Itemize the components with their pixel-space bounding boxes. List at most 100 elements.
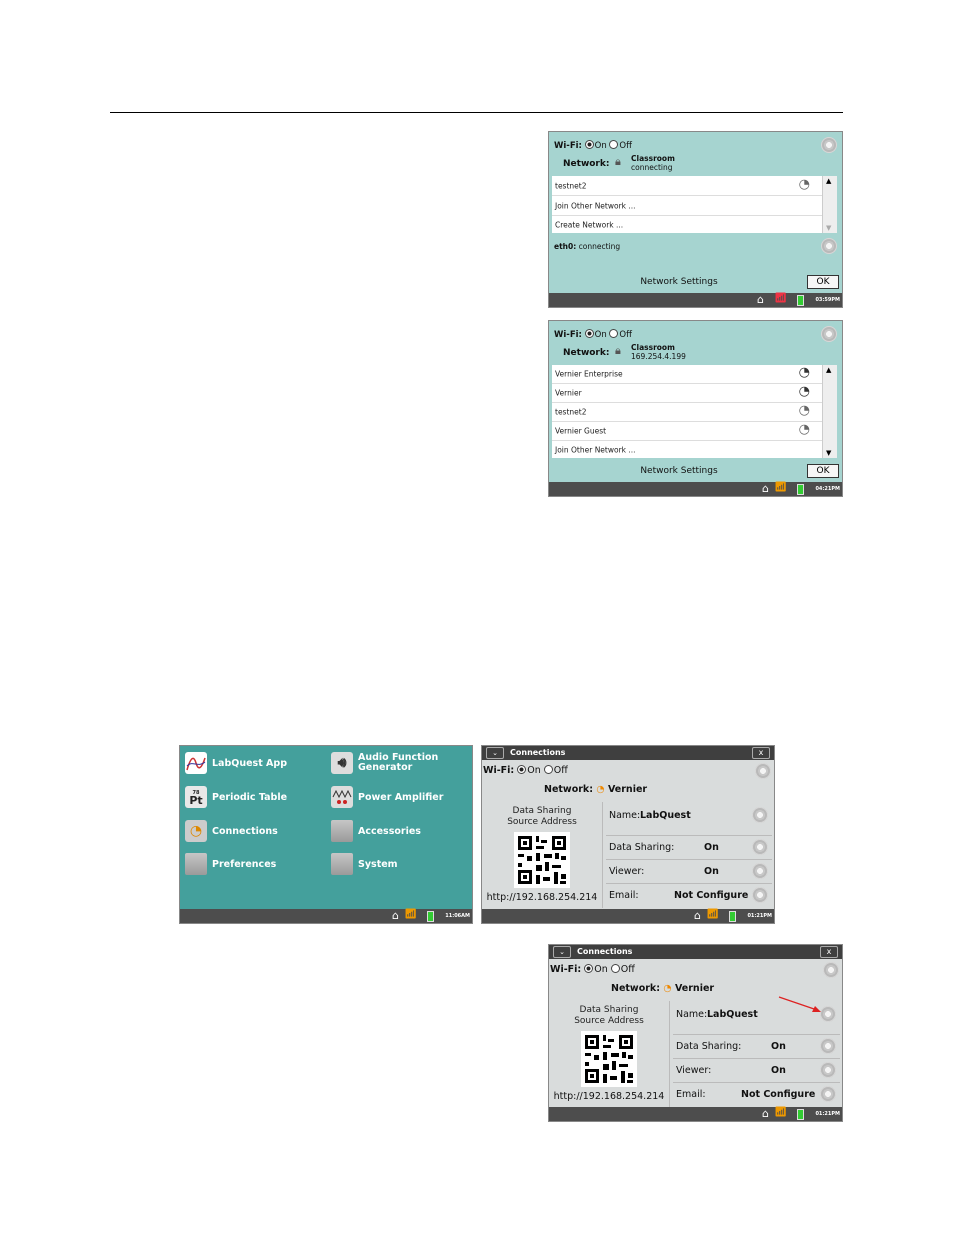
viewer-row[interactable]: Viewer: On [606, 860, 772, 884]
list-scrollbar[interactable]: ▲ ▼ [822, 365, 837, 458]
scroll-up-icon[interactable]: ▲ [826, 366, 831, 374]
wifi-status-icon: 📶︎ [774, 482, 787, 493]
speaker-icon: 🔊︎ [331, 752, 353, 774]
viewer-row[interactable]: Viewer: On [673, 1059, 840, 1083]
folder-icon [331, 853, 353, 875]
menu-chevron-down-icon[interactable]: ⌄ [486, 747, 504, 759]
network-settings-screenshot-2: Wi-Fi: On Off Network: 🔒︎ Classroom 169.… [549, 321, 842, 496]
wifi-signal-lock-icon: ◔ [798, 403, 810, 418]
wifi-off-label: Off [619, 330, 632, 340]
accessories-item[interactable]: Accessories [331, 820, 421, 842]
wifi-gear-icon[interactable] [823, 962, 839, 978]
scroll-down-icon[interactable]: ▼ [826, 224, 831, 232]
wifi-toggle: Wi-Fi: On Off [483, 765, 568, 776]
wifi-off-radio[interactable] [609, 329, 619, 338]
network-list-item[interactable]: Create Network ... [552, 216, 822, 234]
annotation-arrow-icon [778, 996, 821, 1012]
wifi-gear-icon[interactable] [821, 137, 837, 153]
data-sharing-pane: Data Sharing Source Address http://192.16… [482, 802, 603, 908]
wifi-on-label: On [594, 141, 607, 151]
wifi-on-radio[interactable] [584, 140, 594, 149]
ok-button[interactable]: OK [807, 275, 839, 289]
periodic-table-icon: 78 Pt [185, 786, 207, 808]
home-screen-screenshot: LabQuest App 🔊︎ Audio Function Generator… [180, 746, 472, 923]
taskbar: ⌂ 📶︎ 11:06AM [180, 909, 472, 923]
home-icon[interactable]: ⌂ [762, 1107, 769, 1120]
wifi-off-radio[interactable] [610, 964, 620, 973]
network-lock-icon: 🔒︎ [615, 344, 621, 357]
battery-icon [427, 911, 434, 922]
data-sharing-row[interactable]: Data Sharing: On [673, 1035, 840, 1059]
network-status: connecting [631, 163, 673, 172]
data-sharing-row[interactable]: Data Sharing: On [606, 836, 772, 860]
clock: 04:21PM [815, 486, 840, 492]
menu-chevron-down-icon[interactable]: ⌄ [553, 946, 571, 958]
wifi-on-radio[interactable] [517, 765, 527, 774]
qr-code-icon [514, 832, 570, 888]
network-label: Network: [563, 159, 610, 169]
home-icon[interactable]: ⌂ [392, 909, 399, 922]
wifi-on-radio[interactable] [584, 964, 594, 973]
battery-icon [797, 1109, 804, 1120]
network-list-item[interactable]: Vernier ◔ [552, 384, 822, 403]
network-list-item[interactable]: testnet2 ◔ [552, 176, 822, 196]
wifi-label: Wi-Fi: [554, 330, 582, 340]
waveform-icon [331, 786, 353, 808]
audio-function-generator-item[interactable]: 🔊︎ Audio Function Generator [331, 752, 451, 774]
qr-code-icon [581, 1031, 637, 1087]
network-list-item[interactable]: Join Other Network ... [552, 196, 822, 216]
window-title: Connections [510, 748, 566, 757]
network-list-item[interactable]: testnet2 ◔ [552, 403, 822, 422]
preferences-item[interactable]: Preferences [185, 853, 276, 875]
wifi-off-label: Off [619, 141, 632, 151]
labquest-app-item[interactable]: LabQuest App [185, 752, 287, 774]
clock: 01:21PM [747, 913, 772, 919]
wifi-status-icon: 📶︎ [404, 909, 417, 920]
network-settings-screenshot-1: Wi-Fi: On Off Network: 🔒︎ Classroom conn… [549, 132, 842, 307]
settings-pane: Name: LabQuest Data Sharing: On Viewer: … [673, 1001, 840, 1106]
name-row[interactable]: Name: LabQuest [606, 802, 772, 836]
viewer-gear-icon[interactable] [820, 1062, 836, 1078]
name-gear-icon[interactable] [752, 807, 768, 823]
source-url[interactable]: http://192.168.254.214 [482, 892, 602, 903]
email-gear-icon[interactable] [820, 1086, 836, 1102]
wifi-label: Wi-Fi: [483, 765, 515, 776]
network-settings-title: Network Settings [640, 277, 718, 287]
ok-button[interactable]: OK [807, 464, 839, 478]
scroll-down-icon[interactable]: ▼ [826, 449, 831, 457]
close-button[interactable]: x [752, 747, 770, 759]
network-list-item[interactable]: Join Other Network ... [552, 441, 822, 459]
periodic-table-item[interactable]: 78 Pt Periodic Table [185, 786, 287, 808]
network-list-item[interactable]: Vernier Guest ◔ [552, 422, 822, 441]
data-sharing-caption: Data Sharing Source Address [507, 806, 577, 827]
window-title: Connections [577, 947, 633, 956]
wifi-off-radio[interactable] [609, 140, 619, 149]
data-sharing-gear-icon[interactable] [820, 1038, 836, 1054]
network-list-item[interactable]: Vernier Enterprise ◔ [552, 365, 822, 384]
source-url[interactable]: http://192.168.254.214 [549, 1091, 669, 1102]
email-row[interactable]: Not Configure Email: [673, 1083, 840, 1106]
home-icon[interactable]: ⌂ [694, 909, 701, 922]
system-item[interactable]: System [331, 853, 398, 875]
wifi-on-radio[interactable] [584, 329, 594, 338]
scroll-up-icon[interactable]: ▲ [826, 177, 831, 185]
wifi-icon: ◔ [663, 983, 672, 994]
home-icon[interactable]: ⌂ [757, 293, 769, 306]
email-gear-icon[interactable] [752, 887, 768, 903]
list-scrollbar[interactable]: ▲ ▼ [822, 176, 837, 233]
power-amplifier-item[interactable]: Power Amplifier [331, 786, 443, 808]
graph-icon [185, 752, 207, 774]
wifi-off-radio[interactable] [543, 765, 553, 774]
wifi-gear-icon[interactable] [755, 763, 771, 779]
close-button[interactable]: x [820, 946, 838, 958]
viewer-gear-icon[interactable] [752, 863, 768, 879]
wifi-gear-icon[interactable] [821, 326, 837, 342]
wifi-status-icon: 📶︎ [774, 1107, 787, 1118]
connections-item[interactable]: ◔ Connections [185, 820, 278, 842]
home-icon[interactable]: ⌂ [762, 482, 769, 495]
data-sharing-gear-icon[interactable] [752, 839, 768, 855]
eth0-gear-icon[interactable] [821, 238, 837, 254]
email-row[interactable]: Email: Not Configure [606, 884, 772, 907]
connections-screenshot-2: ⌄ Connections x Wi-Fi: On Off Network: ◔… [549, 945, 842, 1121]
wifi-toggle: Wi-Fi: On Off [554, 140, 632, 151]
